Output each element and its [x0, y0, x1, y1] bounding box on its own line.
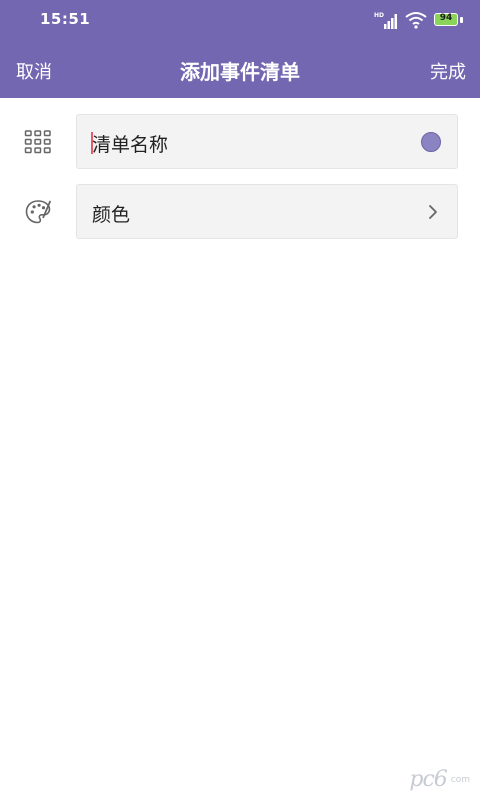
status-bar: 15:51 HD 94 [0, 0, 480, 40]
status-icons: HD 94 [374, 10, 464, 30]
palette-icon [25, 200, 51, 224]
done-button[interactable]: 完成 [430, 58, 466, 84]
list-name-field[interactable]: 清单名称 [76, 114, 458, 169]
color-selector-row[interactable]: 颜色 [76, 184, 458, 239]
watermark: pc6 com [409, 767, 470, 792]
status-time: 15:51 [40, 10, 91, 28]
app-header: 15:51 HD 94 取消 添加事件清单 完成 [0, 0, 480, 98]
navigation-bar: 取消 添加事件清单 完成 [0, 40, 480, 98]
grid-icon [24, 130, 51, 154]
page-title: 添加事件清单 [180, 60, 300, 84]
selected-color-swatch[interactable] [421, 132, 441, 152]
battery-level: 94 [439, 13, 453, 23]
svg-text:HD: HD [374, 12, 384, 19]
chevron-right-icon [429, 205, 437, 219]
list-name-input[interactable]: 清单名称 [92, 130, 168, 157]
wifi-icon [405, 12, 427, 29]
battery-icon: 94 [434, 12, 464, 28]
cellular-signal-icon: HD [374, 12, 397, 29]
color-label: 颜色 [92, 204, 131, 226]
watermark-text: com [450, 774, 470, 785]
watermark-logo: pc6 [409, 767, 447, 792]
